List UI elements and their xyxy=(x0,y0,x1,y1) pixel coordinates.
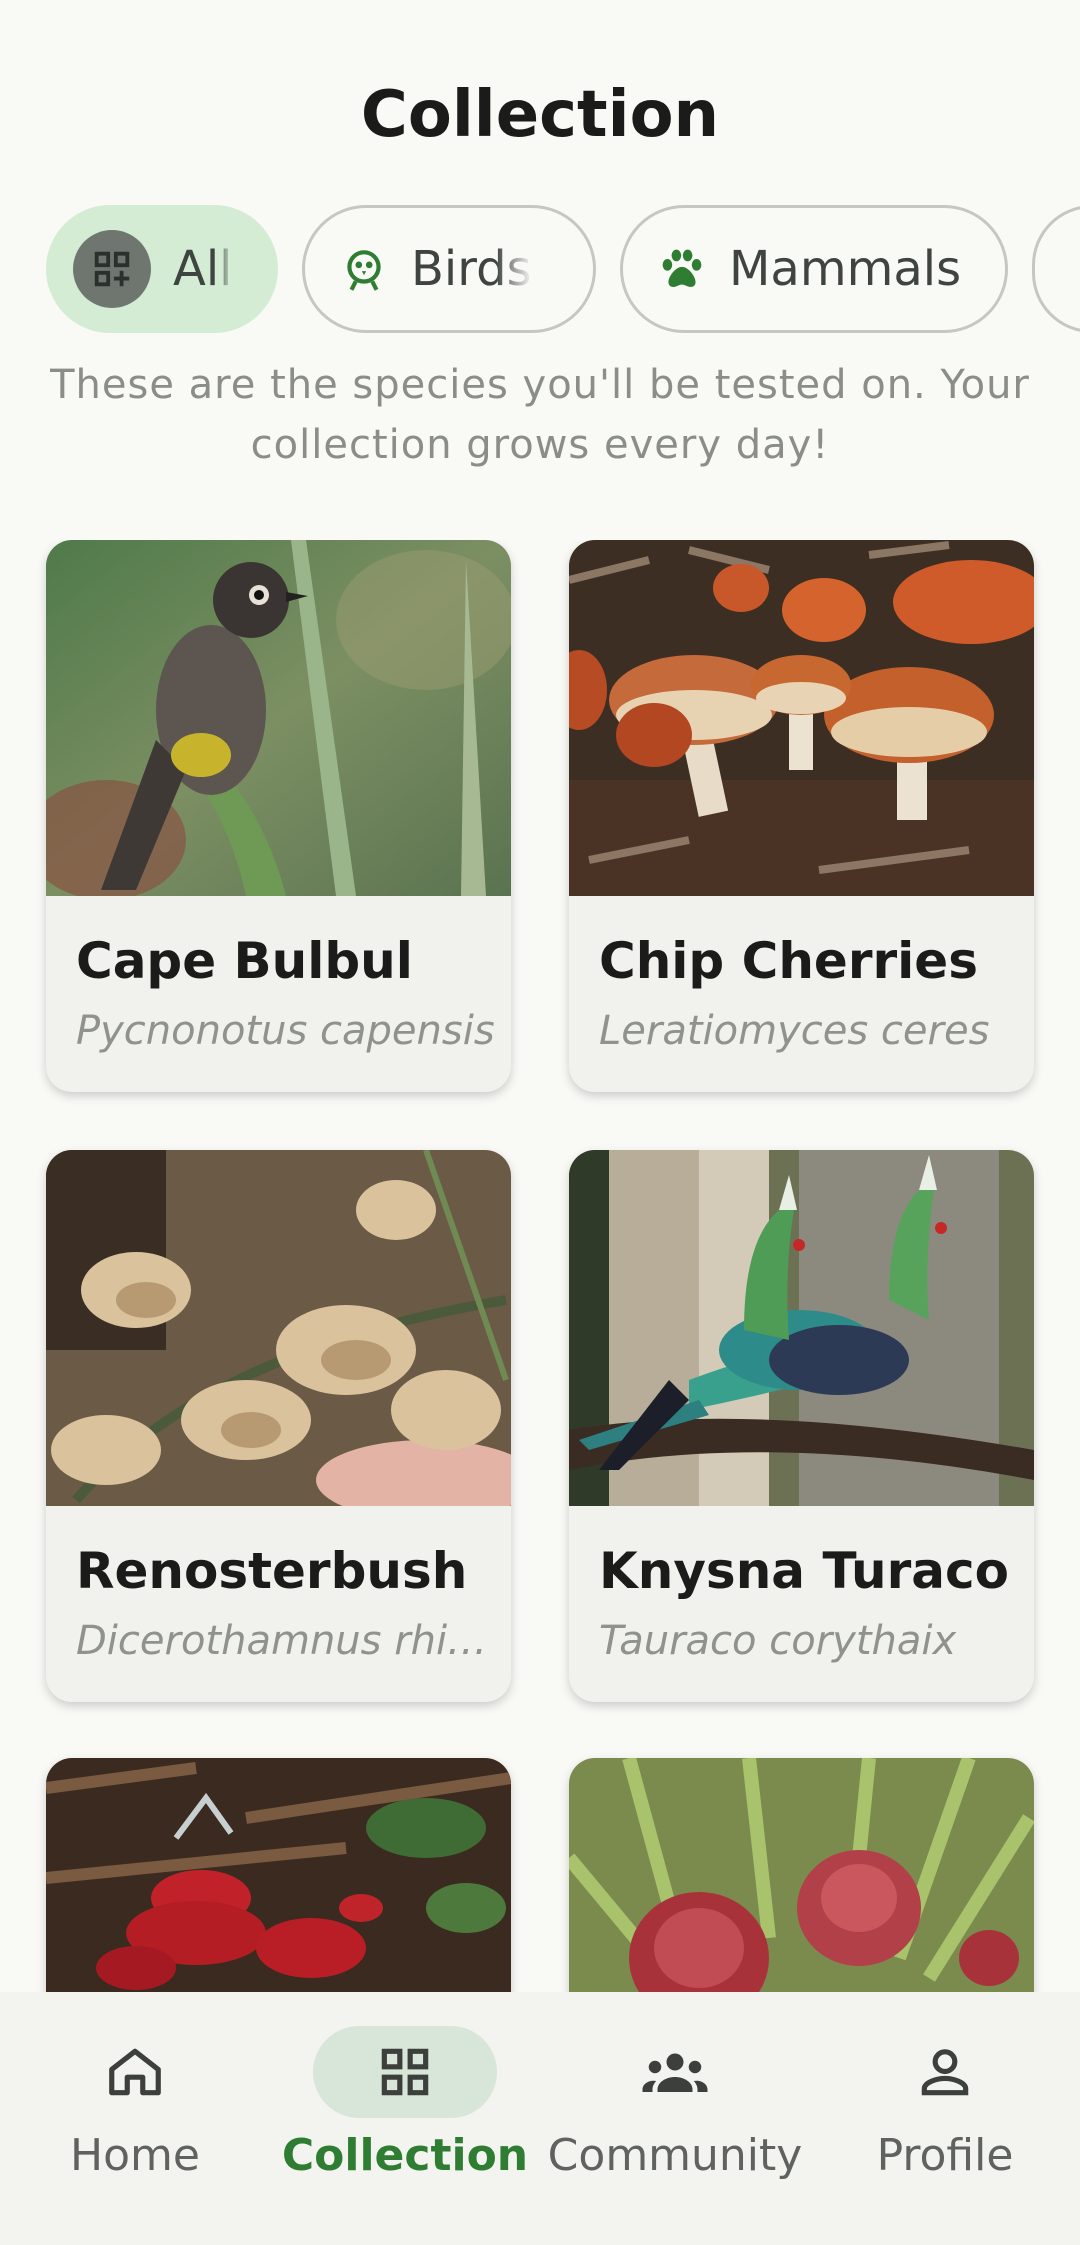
species-card[interactable] xyxy=(46,1758,511,1992)
collection-screen: Collection All Birds Mammals These are t… xyxy=(0,0,1080,2245)
nav-label: Community xyxy=(547,2130,803,2181)
species-scientific-name: Tauraco corythaix xyxy=(599,1618,957,1664)
nav-item-home[interactable]: Home xyxy=(0,1992,270,2245)
nav-label: Profile xyxy=(876,2130,1014,2181)
grid-icon xyxy=(73,230,151,308)
bottom-navigation: Home Collection Community Profile xyxy=(0,1992,1080,2245)
nav-item-profile[interactable]: Profile xyxy=(810,1992,1080,2245)
group-icon xyxy=(583,2026,767,2118)
intro-text: These are the species you'll be tested o… xyxy=(50,362,1030,468)
species-name: Knysna Turaco xyxy=(599,1542,1010,1600)
bird-icon xyxy=(339,244,389,294)
species-grid: Cape Bulbul Pycnonotus capensis Chip Che… xyxy=(0,540,1080,1992)
species-card[interactable]: Renosterbush Dicerothamnus rhinocerotis xyxy=(46,1150,511,1702)
nav-label: Collection xyxy=(281,2130,529,2181)
filter-chip-row: All Birds Mammals xyxy=(46,205,1080,333)
home-icon xyxy=(43,2026,227,2118)
renosterbush-photo xyxy=(46,1150,511,1506)
grid-icon xyxy=(313,2026,497,2118)
filter-chip-birds[interactable]: Birds xyxy=(302,205,596,333)
red-protea-photo xyxy=(569,1758,1034,1992)
species-scientific-name: Dicerothamnus rhinocerotis xyxy=(76,1618,496,1664)
filter-chip-label: Mammals xyxy=(729,241,962,297)
species-name: Renosterbush xyxy=(76,1542,468,1600)
filter-chip-more[interactable] xyxy=(1032,205,1080,333)
filter-chip-mammals[interactable]: Mammals xyxy=(620,205,1009,333)
page-title: Collection xyxy=(360,78,720,152)
filter-chip-all[interactable]: All xyxy=(46,205,278,333)
filter-chip-label: All xyxy=(173,241,233,297)
species-card[interactable] xyxy=(569,1758,1034,1992)
filter-chip-label: Birds xyxy=(411,241,532,297)
species-card[interactable]: Cape Bulbul Pycnonotus capensis xyxy=(46,540,511,1092)
red-fungus-photo xyxy=(46,1758,511,1992)
knysna-turaco-photo xyxy=(569,1150,1034,1506)
paw-icon xyxy=(657,244,707,294)
person-icon xyxy=(853,2026,1037,2118)
nav-label: Home xyxy=(70,2130,200,2181)
species-scientific-name: Leratiomyces ceres xyxy=(599,1008,990,1054)
species-card[interactable]: Knysna Turaco Tauraco corythaix xyxy=(569,1150,1034,1702)
species-name: Chip Cherries xyxy=(599,932,978,990)
species-name: Cape Bulbul xyxy=(76,932,413,990)
chip-cherries-photo xyxy=(569,540,1034,896)
nav-item-collection[interactable]: Collection xyxy=(270,1992,540,2245)
species-card[interactable]: Chip Cherries Leratiomyces ceres xyxy=(569,540,1034,1092)
species-scientific-name: Pycnonotus capensis xyxy=(76,1008,495,1054)
cape-bulbul-photo xyxy=(46,540,511,896)
nav-item-community[interactable]: Community xyxy=(540,1992,810,2245)
